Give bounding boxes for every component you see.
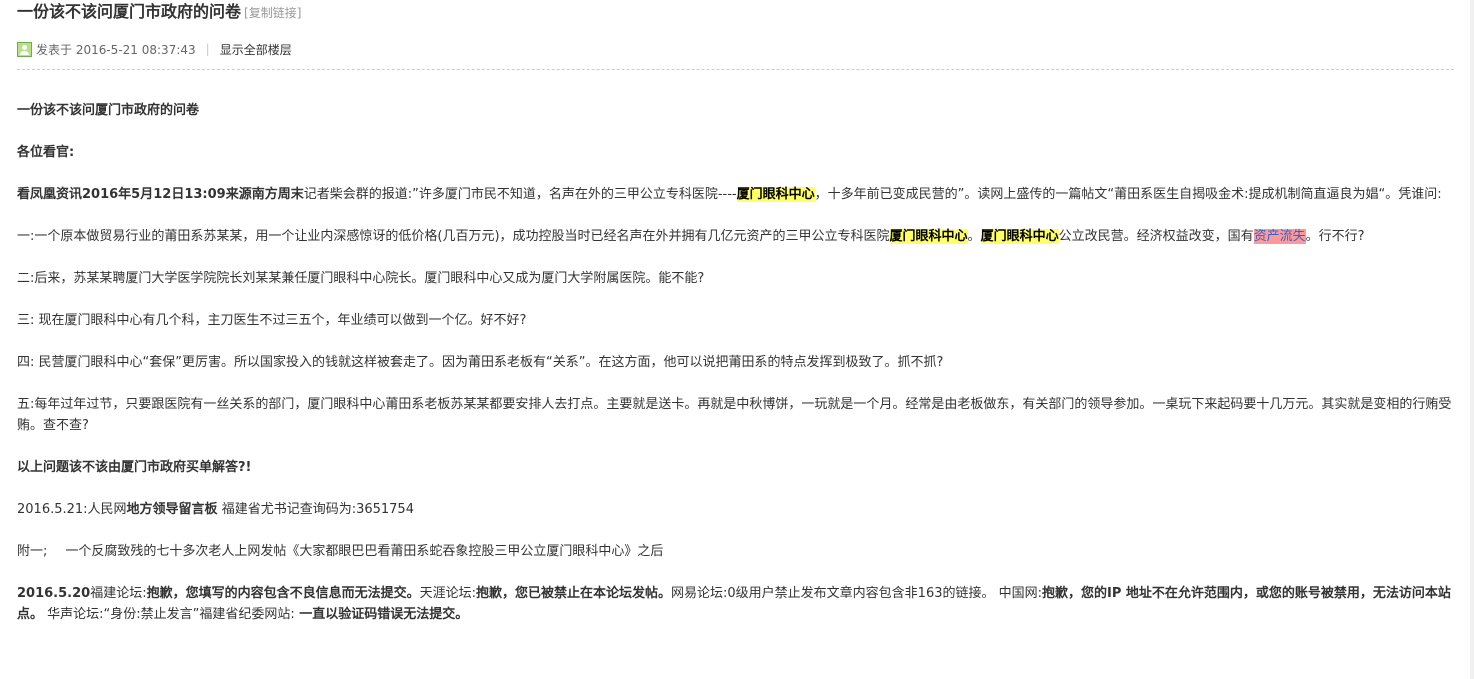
forum-china-label: 中国网: bbox=[994, 586, 1043, 601]
meta-separator: | bbox=[205, 42, 210, 56]
keyword-highlight[interactable]: 厦门眼科中心 bbox=[736, 187, 815, 202]
appendix-line: 附一; 一个反腐致残的七十多次老人上网发帖《大家都眼巴巴看莆田系蛇吞象控股三甲公立… bbox=[17, 541, 1453, 562]
post-greeting: 各位看官: bbox=[17, 145, 75, 160]
forum-fujian-label: 福建论坛: bbox=[90, 586, 147, 601]
question-5: 五:每年过年过节，只要跟医院有一丝关系的部门，厦门眼科中心莆田系老板苏某某都要安… bbox=[17, 397, 1452, 433]
page-scrollbar[interactable] bbox=[1470, 0, 1474, 679]
forum-fjjw-label: 福建省纪委网站: bbox=[199, 607, 295, 622]
question-1-text-a: 一:一个原本做贸易行业的莆田系苏某某，用一个让业内深感惊讶的低价格(几百万元)，… bbox=[17, 229, 890, 244]
question-4: 四: 民营厦门眼科中心“套保”更厉害。所以国家投入的钱就这样被套走了。因为莆田系… bbox=[17, 355, 944, 370]
keyword-highlight-asset-loss[interactable]: 资产流失 bbox=[1253, 229, 1306, 244]
note-code: 福建省尤书记查询码为:3651754 bbox=[217, 502, 414, 517]
header-divider bbox=[17, 69, 1454, 70]
forums-line: 2016.5.20福建论坛:抱歉，您填写的内容包含不良信息而无法提交。天涯论坛:… bbox=[17, 583, 1453, 625]
intro-text-1: 记者柴会群的报道:”许多厦门市民不知道，名声在外的三甲公立专科医院---- bbox=[303, 187, 737, 202]
post-heading: 一份该不该问厦门市政府的问卷 bbox=[17, 103, 200, 118]
question-1: 一:一个原本做贸易行业的莆田系苏某某，用一个让业内深感惊讶的低价格(几百万元)，… bbox=[17, 226, 1453, 247]
thread-container: 一份该不该问厦门市政府的问卷 [复制链接] 发表于 2016-5-21 08:37… bbox=[17, 0, 1457, 622]
question-2: 二:后来，苏某某聘厦门大学医学院院长刘某某兼任厦门眼科中心院长。厦门眼科中心又成… bbox=[17, 271, 705, 286]
forum-tianya-label: 天涯论坛: bbox=[419, 586, 476, 601]
note-date: 2016.5.21:人民网 bbox=[17, 502, 127, 517]
post-date: 发表于 2016-5-21 08:37:43 bbox=[36, 42, 196, 57]
note-line: 2016.5.21:人民网地方领导留言板 福建省尤书记查询码为:3651754 bbox=[17, 499, 1453, 520]
keyword-highlight[interactable]: 厦门眼科中心 bbox=[980, 229, 1059, 244]
note-board: 地方领导留言板 bbox=[126, 502, 218, 517]
appendix-label: 附一; bbox=[17, 544, 48, 559]
forums-date: 2016.5.20 bbox=[17, 586, 91, 601]
forum-fjjw-msg: 一直以验证码错误无法提交。 bbox=[294, 607, 469, 622]
forum-netease-msg: 0级用户禁止发布文章内容包含非163的链接。 bbox=[727, 586, 995, 601]
forum-fujian-msg: 抱歉，您填写的内容包含不良信息而无法提交。 bbox=[146, 586, 420, 601]
show-all-floors-link[interactable]: 显示全部楼层 bbox=[220, 41, 292, 58]
post-content: 一份该不该问厦门市政府的问卷 各位看官: 看凤凰资讯2016年5月12日13:0… bbox=[17, 100, 1453, 625]
question-3: 三: 现在厦门眼科中心有几个科，主刀医生不过三五个，年业绩可以做到一个亿。好不好… bbox=[17, 313, 527, 328]
appendix-text: 一个反腐致残的七十多次老人上网发帖《大家都眼巴巴看莆田系蛇吞象控股三甲公立厦门眼… bbox=[65, 544, 664, 559]
thread-title-row: 一份该不该问厦门市政府的问卷 [复制链接] bbox=[17, 0, 1457, 26]
keyword-highlight[interactable]: 厦门眼科中心 bbox=[889, 229, 968, 244]
forum-huasheng-label: 华声论坛: bbox=[43, 607, 104, 622]
conclusion: 以上问题该不该由厦门市政府买单解答?! bbox=[17, 460, 252, 475]
copy-link-button[interactable]: [复制链接] bbox=[244, 6, 301, 20]
question-1-text-d: 。行不行? bbox=[1305, 229, 1365, 244]
forum-netease-label: 网易论坛: bbox=[671, 586, 728, 601]
question-1-text-c: 公立改民营。经济权益改变，国有 bbox=[1058, 229, 1254, 244]
thread-title: 一份该不该问厦门市政府的问卷 bbox=[17, 2, 242, 21]
post-meta: 发表于 2016-5-21 08:37:43 | 显示全部楼层 bbox=[17, 39, 292, 59]
forum-tianya-msg: 抱歉，您已被禁止在本论坛发帖。 bbox=[476, 586, 672, 601]
forum-huasheng-msg: “身份:禁止发言” bbox=[103, 607, 200, 622]
online-user-icon bbox=[17, 41, 32, 57]
paragraph-intro: 看凤凰资讯2016年5月12日13:09来源南方周末记者柴会群的报道:”许多厦门… bbox=[17, 184, 1453, 205]
intro-text-2: ，十多年前已变成民营的”。读网上盛传的一篇帖文“莆田系医生自揭吸金术:提成机制简… bbox=[814, 187, 1442, 202]
question-1-text-b: 。 bbox=[967, 229, 981, 244]
intro-source: 看凤凰资讯2016年5月12日13:09来源南方周末 bbox=[17, 187, 304, 202]
